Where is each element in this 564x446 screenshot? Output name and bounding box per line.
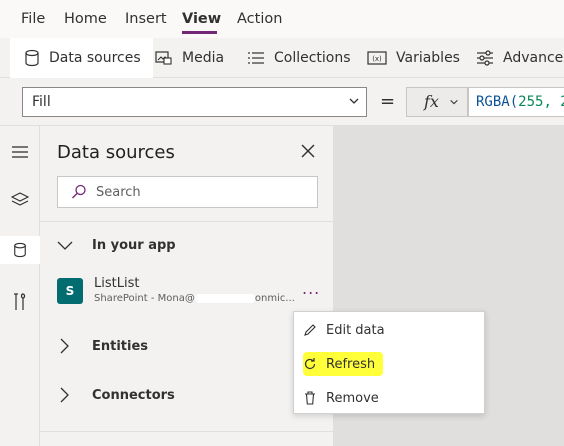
section-label: In your app	[92, 238, 176, 253]
property-value: Fill	[32, 94, 51, 110]
sharepoint-icon: S	[57, 278, 83, 304]
menu-view[interactable]: View	[182, 11, 221, 27]
data-sources-panel: Data sources Search In your app S ListLi…	[40, 126, 334, 446]
menu-file[interactable]: File	[21, 11, 45, 27]
ribbon-variables-button[interactable]: (x) Variables	[367, 38, 460, 78]
fx-label: fx	[424, 92, 439, 111]
equals-sign: =	[380, 91, 396, 112]
left-rail	[0, 126, 40, 446]
data-sources-rail-button[interactable]	[0, 236, 40, 264]
ribbon-media-button[interactable]: Media	[155, 38, 224, 78]
media-icon	[155, 51, 172, 65]
formula-number-rest: 2	[552, 94, 564, 110]
ribbon-item-label: Variables	[396, 50, 460, 66]
ribbon-item-label: Collections	[274, 50, 351, 66]
layers-icon	[11, 192, 29, 206]
menu-insert[interactable]: Insert	[125, 11, 167, 27]
menu-item-label: Remove	[326, 390, 379, 406]
variables-icon: (x)	[367, 51, 387, 65]
ribbon-item-label: Media	[182, 50, 225, 66]
menu-item-label: Refresh	[326, 356, 376, 372]
ribbon: Data sources Media Collections (x) Varia…	[0, 38, 564, 78]
database-icon	[25, 49, 39, 67]
refresh-icon	[304, 358, 316, 370]
active-menu-indicator	[182, 31, 217, 34]
collections-icon	[248, 52, 264, 64]
divider	[40, 431, 334, 432]
edit-data-menu-item[interactable]: Edit data	[294, 315, 484, 345]
divider	[40, 221, 334, 222]
ribbon-item-label: Data sources	[49, 50, 141, 66]
refresh-menu-item[interactable]: Refresh	[294, 349, 484, 379]
tools-rail-button[interactable]	[6, 288, 34, 316]
hamburger-menu-button[interactable]	[6, 138, 34, 166]
fx-button[interactable]: fx	[406, 87, 468, 117]
search-input[interactable]: Search	[57, 176, 318, 208]
tree-view-button[interactable]	[6, 186, 34, 214]
menu-home[interactable]: Home	[64, 11, 107, 27]
remove-menu-item[interactable]: Remove	[294, 383, 484, 413]
tools-icon	[14, 293, 26, 310]
section-entities[interactable]: Entities	[57, 338, 148, 354]
section-label: Entities	[92, 338, 149, 354]
menu-bar: File Home Insert View Action	[0, 0, 564, 38]
search-icon	[72, 184, 86, 199]
property-dropdown[interactable]: Fill	[22, 87, 367, 117]
redacted-blur	[194, 293, 255, 303]
search-placeholder: Search	[96, 185, 141, 200]
formula-func: RGBA(	[476, 94, 519, 110]
chevron-down-icon	[57, 241, 73, 250]
section-label: Connectors	[92, 387, 175, 403]
chevron-down-icon	[349, 98, 359, 104]
chevron-right-icon	[60, 387, 69, 403]
chevron-right-icon	[60, 338, 69, 354]
advanced-icon	[477, 50, 493, 66]
menu-action[interactable]: Action	[237, 11, 282, 27]
data-source-name: ListList	[94, 276, 140, 291]
data-source-row[interactable]: S ListList SharePoint - Mona@ onmic... ..…	[57, 276, 334, 312]
ribbon-collections-button[interactable]: Collections	[247, 38, 351, 78]
trash-icon	[305, 391, 315, 405]
close-icon[interactable]	[300, 143, 316, 159]
hamburger-icon	[12, 146, 28, 158]
chevron-down-icon	[450, 99, 458, 105]
menu-item-label: Edit data	[326, 322, 385, 338]
ribbon-advanced-button[interactable]: Advanced	[476, 38, 564, 78]
ribbon-data-sources-button[interactable]: Data sources	[10, 38, 153, 78]
database-icon	[14, 242, 26, 258]
ribbon-item-label: Advanced	[503, 50, 564, 66]
data-source-subtitle: SharePoint - Mona@ onmic...	[94, 293, 295, 304]
pencil-icon	[304, 324, 316, 336]
formula-bar: Fill = fx RGBA(255, 2	[0, 78, 564, 126]
section-in-your-app[interactable]: In your app	[57, 238, 176, 253]
svg-text:(x): (x)	[372, 55, 382, 63]
formula-number: 255,	[518, 94, 552, 110]
more-options-button[interactable]: ...	[302, 279, 320, 298]
formula-input[interactable]: RGBA(255, 2	[468, 87, 564, 117]
section-connectors[interactable]: Connectors	[57, 387, 175, 403]
panel-title: Data sources	[57, 142, 175, 163]
